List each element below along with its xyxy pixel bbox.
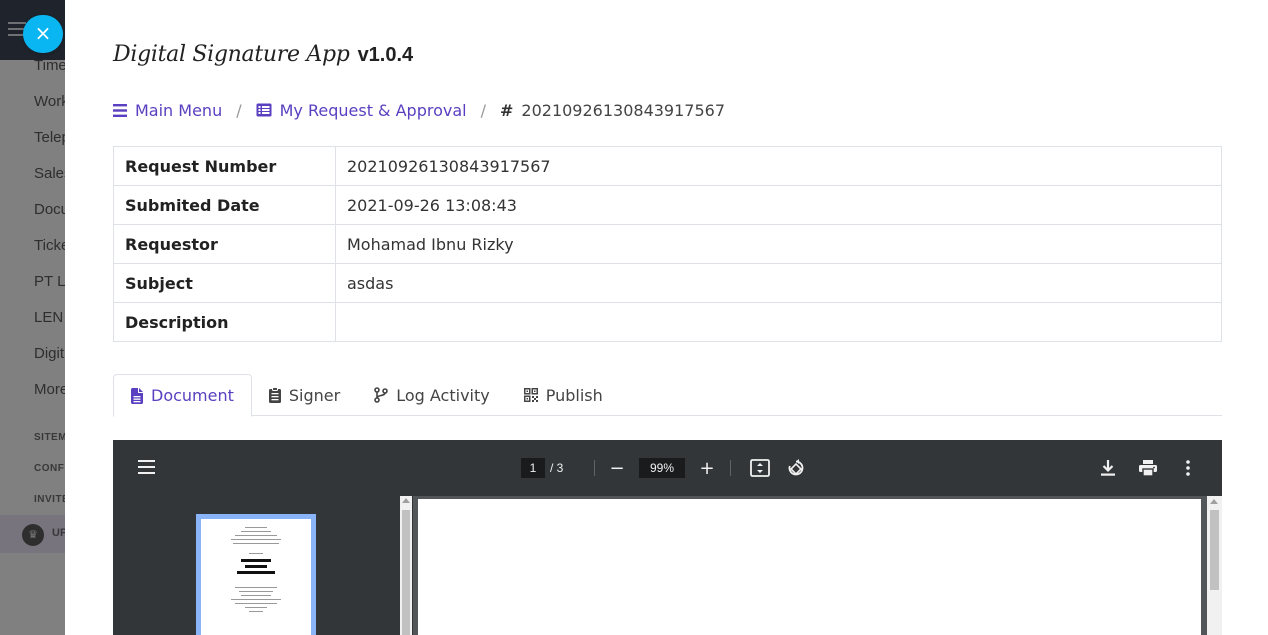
zoom-out-icon[interactable]: − <box>605 456 629 480</box>
tab-document[interactable]: Document <box>113 374 252 417</box>
pdf-viewer: 1 / 3 − 99% + <box>113 440 1222 635</box>
code-branch-icon <box>374 387 389 403</box>
sidebar-scrollbar[interactable] <box>400 496 412 635</box>
detail-label: Requestor <box>113 224 336 264</box>
table-row: Requestor Mohamad Ibnu Rizky <box>113 224 1222 264</box>
close-icon: × <box>34 21 52 45</box>
download-icon[interactable] <box>1096 456 1120 480</box>
pdf-menu-icon[interactable] <box>138 460 155 474</box>
fit-to-page-icon[interactable] <box>748 456 772 480</box>
pdf-page-thumbnail[interactable] <box>196 514 316 635</box>
pdf-zoom-input[interactable]: 99% <box>639 458 685 478</box>
app-version: v1.0.4 <box>357 44 414 66</box>
breadcrumb-current-label: 20210926130843917567 <box>521 100 725 120</box>
close-panel-button[interactable]: × <box>23 15 63 53</box>
app-title: Digital Signature App v1.0.4 <box>113 42 413 82</box>
sidebar-scrollbar-thumb[interactable] <box>402 510 410 635</box>
tab-signer[interactable]: Signer <box>252 374 357 416</box>
breadcrumb-main-menu[interactable]: Main Menu <box>113 101 222 120</box>
hashtag-icon: # <box>500 100 514 120</box>
print-icon[interactable] <box>1136 456 1160 480</box>
scroll-up-icon[interactable] <box>1210 499 1218 504</box>
pdf-document-area <box>413 496 1222 635</box>
breadcrumb-current: # 20210926130843917567 <box>500 101 725 120</box>
tab-signer-label: Signer <box>288 385 341 405</box>
bars-icon <box>113 103 127 117</box>
breadcrumb: Main Menu / My Request & Approval / # 20… <box>113 99 725 121</box>
pdf-toolbar-divider <box>594 460 595 476</box>
pdf-page-input[interactable]: 1 <box>521 458 545 478</box>
pdf-page <box>418 499 1201 635</box>
tab-document-label: Document <box>151 386 234 405</box>
detail-value: Mohamad Ibnu Rizky <box>335 224 1222 264</box>
detail-value: 2021-09-26 13:08:43 <box>335 185 1222 225</box>
detail-value <box>335 302 1222 342</box>
file-icon <box>131 387 143 404</box>
breadcrumb-separator: / <box>236 100 242 120</box>
rotate-icon[interactable] <box>784 456 808 480</box>
thumbnail-page-preview <box>201 519 311 635</box>
tab-publish-label: Publish <box>545 385 603 405</box>
detail-label: Request Number <box>113 146 336 186</box>
detail-tabs: Document Signer Log Activity Publish <box>113 374 1222 417</box>
breadcrumb-requests[interactable]: My Request & Approval <box>256 101 467 120</box>
detail-label: Description <box>113 302 336 342</box>
pdf-toolbar: 1 / 3 − 99% + <box>113 440 1222 496</box>
document-scrollbar[interactable] <box>1207 496 1222 635</box>
tab-publish[interactable]: Publish <box>507 374 620 416</box>
detail-label: Subject <box>113 263 336 303</box>
breadcrumb-main-menu-label: Main Menu <box>135 100 223 120</box>
table-row: Description <box>113 302 1222 342</box>
detail-label: Submited Date <box>113 185 336 225</box>
pdf-toolbar-divider <box>730 460 731 476</box>
table-row: Subject asdas <box>113 263 1222 303</box>
zoom-in-icon[interactable]: + <box>695 456 719 480</box>
scroll-up-icon[interactable] <box>402 498 410 503</box>
request-detail-panel: Digital Signature App v1.0.4 Main Menu /… <box>65 0 1268 635</box>
breadcrumb-separator: / <box>480 100 486 120</box>
document-scrollbar-thumb[interactable] <box>1210 510 1219 590</box>
clipboard-icon <box>268 387 281 403</box>
tab-log-activity[interactable]: Log Activity <box>357 374 507 416</box>
table-row: Submited Date 2021-09-26 13:08:43 <box>113 185 1222 225</box>
detail-value: 20210926130843917567 <box>335 146 1222 186</box>
app-title-name: Digital Signature App <box>113 42 350 67</box>
pdf-thumbnail-sidebar <box>113 496 413 635</box>
tab-log-activity-label: Log Activity <box>396 385 490 405</box>
list-alt-icon <box>256 103 272 117</box>
detail-value: asdas <box>335 263 1222 303</box>
qrcode-icon <box>523 388 538 402</box>
pdf-page-total: / 3 <box>550 461 564 475</box>
more-options-icon[interactable] <box>1176 456 1200 480</box>
breadcrumb-requests-label: My Request & Approval <box>279 100 467 120</box>
request-details-table: Request Number 20210926130843917567 Subm… <box>113 146 1222 342</box>
table-row: Request Number 20210926130843917567 <box>113 146 1222 186</box>
